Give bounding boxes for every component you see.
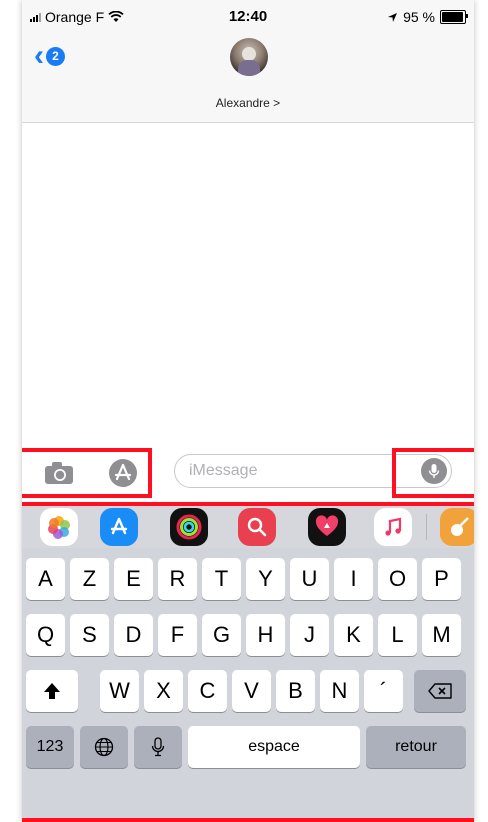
battery-percent: 95 % (403, 9, 435, 25)
contact-avatar[interactable] (230, 38, 268, 76)
numbers-key[interactable]: 123 (26, 726, 74, 768)
phone-screen: Orange F 12:40 95 % ‹ 2 Alexandre > iMes… (22, 0, 474, 822)
search-images-app-icon[interactable] (238, 508, 276, 546)
key[interactable]: L (378, 614, 417, 656)
key[interactable]: Q (26, 614, 65, 656)
key[interactable]: B (276, 670, 315, 712)
key[interactable]: A (26, 558, 65, 600)
key[interactable]: S (70, 614, 109, 656)
dictation-button[interactable] (421, 458, 447, 484)
apps-button[interactable] (106, 456, 140, 490)
key[interactable]: T (202, 558, 241, 600)
app-drawer (22, 506, 474, 548)
key[interactable]: E (114, 558, 153, 600)
backspace-key[interactable] (414, 670, 466, 712)
digital-touch-app-icon[interactable] (308, 508, 346, 546)
status-right: 95 % (387, 9, 468, 25)
message-input-bar: iMessage (22, 446, 474, 500)
key[interactable]: O (378, 558, 417, 600)
contact-name[interactable]: Alexandre > (22, 96, 474, 110)
photos-app-icon[interactable] (40, 508, 78, 546)
shift-key[interactable] (26, 670, 78, 712)
return-key[interactable]: retour (366, 726, 466, 768)
garageband-app-icon[interactable] (440, 508, 474, 546)
key[interactable]: R (158, 558, 197, 600)
key[interactable]: D (114, 614, 153, 656)
keyboard: A Z E R T Y U I O P Q S D F G H J K L M … (22, 548, 474, 822)
battery-icon (440, 10, 468, 24)
key[interactable]: P (422, 558, 461, 600)
key[interactable]: U (290, 558, 329, 600)
chevron-left-icon: ‹ (34, 39, 44, 72)
imessage-input[interactable]: iMessage (174, 454, 452, 488)
camera-icon (45, 462, 73, 484)
key[interactable]: M (422, 614, 461, 656)
key[interactable]: H (246, 614, 285, 656)
imessage-placeholder: iMessage (189, 462, 258, 479)
key[interactable]: V (232, 670, 271, 712)
key[interactable]: F (158, 614, 197, 656)
microphone-icon (428, 464, 440, 478)
key[interactable]: J (290, 614, 329, 656)
camera-button[interactable] (42, 456, 76, 490)
app-store-app-icon[interactable] (100, 508, 138, 546)
microphone-icon (151, 737, 165, 757)
key[interactable]: K (334, 614, 373, 656)
key[interactable]: N (320, 670, 359, 712)
key[interactable]: ´ (364, 670, 403, 712)
delete-icon (428, 683, 452, 699)
space-key[interactable]: espace (188, 726, 360, 768)
key[interactable]: W (100, 670, 139, 712)
unread-badge: 2 (46, 46, 65, 66)
globe-icon (94, 737, 114, 757)
globe-key[interactable] (80, 726, 128, 768)
location-arrow-icon (388, 12, 398, 22)
app-store-icon (109, 459, 137, 487)
key[interactable]: X (144, 670, 183, 712)
conversation-header: ‹ 2 Alexandre > (22, 34, 474, 123)
key[interactable]: C (188, 670, 227, 712)
music-app-icon[interactable] (374, 508, 412, 546)
shift-icon (44, 683, 60, 699)
key[interactable]: Z (70, 558, 109, 600)
key[interactable]: I (334, 558, 373, 600)
back-button[interactable]: ‹ 2 (34, 39, 65, 72)
dictation-key[interactable] (134, 726, 182, 768)
status-bar: Orange F 12:40 95 % (22, 0, 474, 34)
activity-app-icon[interactable] (170, 508, 208, 546)
key[interactable]: Y (246, 558, 285, 600)
key[interactable]: G (202, 614, 241, 656)
